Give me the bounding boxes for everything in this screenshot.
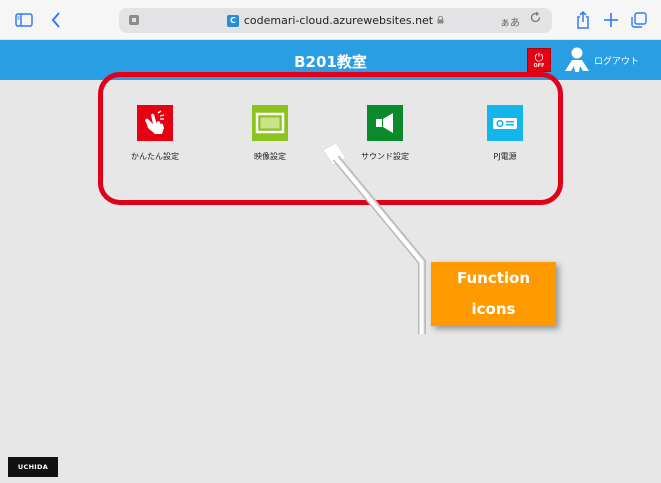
lock-icon: [437, 15, 444, 26]
func-tile-video-settings[interactable]: 映像設定: [225, 105, 315, 185]
url-text[interactable]: codemari-cloud.azurewebsites.net: [244, 14, 433, 27]
logout-label: ログアウト: [594, 56, 640, 67]
func-tile-projector-power[interactable]: PJ電源: [460, 105, 550, 185]
sidebar-toggle-icon[interactable]: [14, 10, 34, 30]
func-tile-easy-settings[interactable]: かんたん設定: [110, 105, 200, 185]
text-size-button[interactable]: ぁあ: [500, 14, 520, 29]
projector-icon: [487, 105, 523, 141]
share-icon[interactable]: [573, 10, 593, 30]
reload-icon[interactable]: [529, 11, 542, 28]
display-screen-icon: [252, 105, 288, 141]
func-tile-sound-settings[interactable]: サウンド設定: [340, 105, 430, 185]
func-label: PJ電源: [493, 152, 517, 161]
logout-button[interactable]: ログアウト: [562, 44, 639, 76]
func-label: 映像設定: [254, 152, 286, 161]
site-favicon: C: [226, 14, 239, 27]
function-icons-callout: Function icons: [431, 262, 556, 326]
power-off-label: OFF: [533, 62, 545, 69]
touch-hand-icon: [137, 105, 173, 141]
back-icon[interactable]: [46, 10, 66, 30]
func-label: サウンド設定: [361, 152, 409, 161]
callout-line1: Function: [456, 269, 531, 287]
tab-overview-icon[interactable]: [629, 10, 649, 30]
power-icon: ⏻: [534, 50, 544, 64]
new-tab-icon[interactable]: [601, 10, 621, 30]
browser-toolbar: C codemari-cloud.azurewebsites.net ぁあ: [0, 0, 661, 40]
uchida-logo: UCHIDA: [8, 457, 58, 477]
func-label: かんたん設定: [131, 152, 179, 161]
person-icon: [562, 45, 592, 75]
power-off-button[interactable]: ⏻ OFF: [527, 48, 551, 72]
callout-line2: icons: [471, 300, 516, 318]
speaker-icon: [367, 105, 403, 141]
address-bar[interactable]: C codemari-cloud.azurewebsites.net ぁあ: [119, 8, 552, 33]
